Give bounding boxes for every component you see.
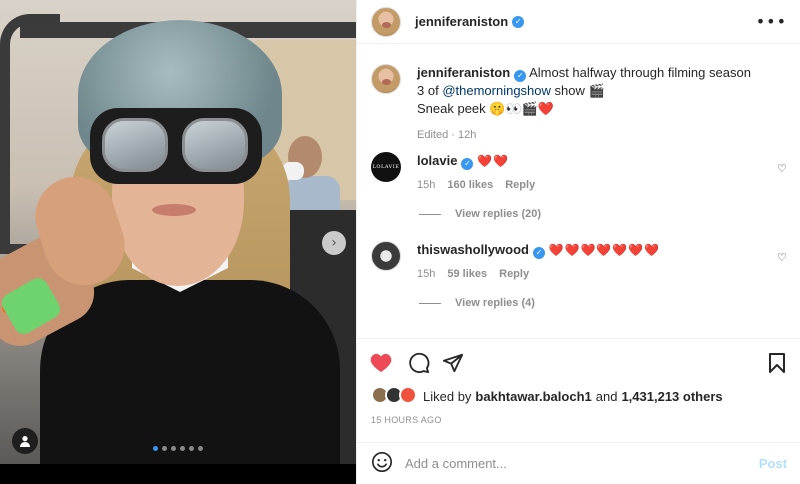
edited-timestamp: Edited · 12h: [417, 129, 477, 141]
avatar-logo-text: LOLAVIE: [372, 164, 400, 170]
avatar[interactable]: [371, 6, 401, 37]
comment-time: 15h: [417, 268, 436, 280]
comment-input[interactable]: [405, 456, 745, 471]
hand-thumbs-up: [0, 166, 136, 366]
paper-plane-icon[interactable]: [441, 351, 465, 375]
carousel-dot[interactable]: [153, 446, 158, 451]
avatar[interactable]: [371, 241, 401, 271]
liked-by-and: and: [595, 388, 618, 404]
caption-text-after: show 🎬: [554, 83, 605, 98]
post-header: jenniferaniston ✓ •••: [357, 0, 800, 44]
caption-username[interactable]: jenniferaniston: [417, 65, 510, 80]
liked-by: Liked by bakhtawar.baloch1 and 1,431,213…: [371, 386, 723, 406]
carousel-dot[interactable]: [171, 446, 176, 451]
more-horizontal-icon[interactable]: •••: [756, 12, 787, 31]
action-bar: [357, 338, 800, 382]
comment-likes[interactable]: 59 likes: [447, 265, 487, 283]
comment-username[interactable]: lolavie: [417, 153, 457, 168]
carousel-dot[interactable]: [198, 446, 203, 451]
goggles: [90, 108, 262, 184]
chevron-right-icon[interactable]: ›: [322, 231, 346, 255]
comment-text: ❤️❤️: [477, 154, 509, 168]
carousel-dot[interactable]: [162, 446, 167, 451]
comment-likes[interactable]: 160 likes: [447, 176, 493, 194]
reply-button[interactable]: Reply: [499, 265, 529, 283]
post-photo[interactable]: ›: [0, 0, 356, 484]
comment-time: 15h: [417, 179, 436, 191]
comment-composer: Post: [357, 442, 800, 484]
avatar[interactable]: LOLAVIE: [371, 152, 401, 182]
comment-username[interactable]: thiswashollywood: [417, 242, 529, 257]
avatar[interactable]: [371, 64, 401, 94]
caption-mention-link[interactable]: @themorningshow: [442, 83, 551, 98]
verified-badge-icon: ✓: [532, 247, 545, 259]
comment-icon[interactable]: [407, 351, 431, 375]
user-tag-icon[interactable]: [12, 428, 38, 454]
post-timestamp[interactable]: 15 HOURS AGO: [371, 415, 442, 425]
comment-like-icon[interactable]: ♡: [777, 162, 789, 175]
verified-badge-icon: ✓: [512, 15, 525, 28]
liked-by-user[interactable]: bakhtawar.baloch1: [475, 389, 591, 404]
carousel-dot[interactable]: [180, 446, 185, 451]
author-username[interactable]: jenniferaniston: [415, 14, 508, 29]
comment-text: ❤️❤️❤️❤️❤️❤️❤️: [548, 243, 661, 257]
comment-like-icon[interactable]: ♡: [777, 251, 789, 264]
verified-badge-icon: ✓: [461, 158, 474, 170]
comment-item: LOLAVIE lolavie ✓ ❤️❤️ 15h 160 likes Repl…: [371, 152, 757, 194]
heart-filled-icon[interactable]: [369, 351, 393, 375]
liker-avatars[interactable]: [371, 386, 423, 406]
reply-button[interactable]: Reply: [505, 176, 535, 194]
caption: jenniferaniston ✓ Almost halfway through …: [371, 64, 757, 144]
view-replies-button[interactable]: View replies (20): [419, 208, 541, 220]
liked-by-prefix: Liked by: [423, 388, 472, 404]
view-replies-button[interactable]: View replies (4): [419, 297, 535, 309]
bookmark-icon[interactable]: [765, 351, 789, 375]
post-modal: › jenniferaniston ✓ ••• jenniferaniston …: [0, 0, 800, 484]
carousel-indicator: [153, 446, 203, 451]
carousel-dot[interactable]: [189, 446, 194, 451]
likes-count[interactable]: 1,431,213 others: [621, 389, 722, 404]
caption-line-2: Sneak peek 🤫👀🎬❤️: [417, 101, 555, 116]
emoji-smile-icon[interactable]: [371, 451, 393, 476]
verified-badge-icon: ✓: [514, 70, 527, 82]
comments-list[interactable]: jenniferaniston ✓ Almost halfway through …: [357, 44, 800, 338]
comment-item: thiswashollywood ✓ ❤️❤️❤️❤️❤️❤️❤️ 15h 59 …: [371, 241, 757, 283]
view-replies-label: View replies (4): [455, 297, 535, 309]
post-details-panel: jenniferaniston ✓ ••• jenniferaniston ✓ A…: [356, 0, 800, 484]
post-button[interactable]: Post: [759, 456, 787, 471]
view-replies-label: View replies (20): [455, 208, 542, 220]
